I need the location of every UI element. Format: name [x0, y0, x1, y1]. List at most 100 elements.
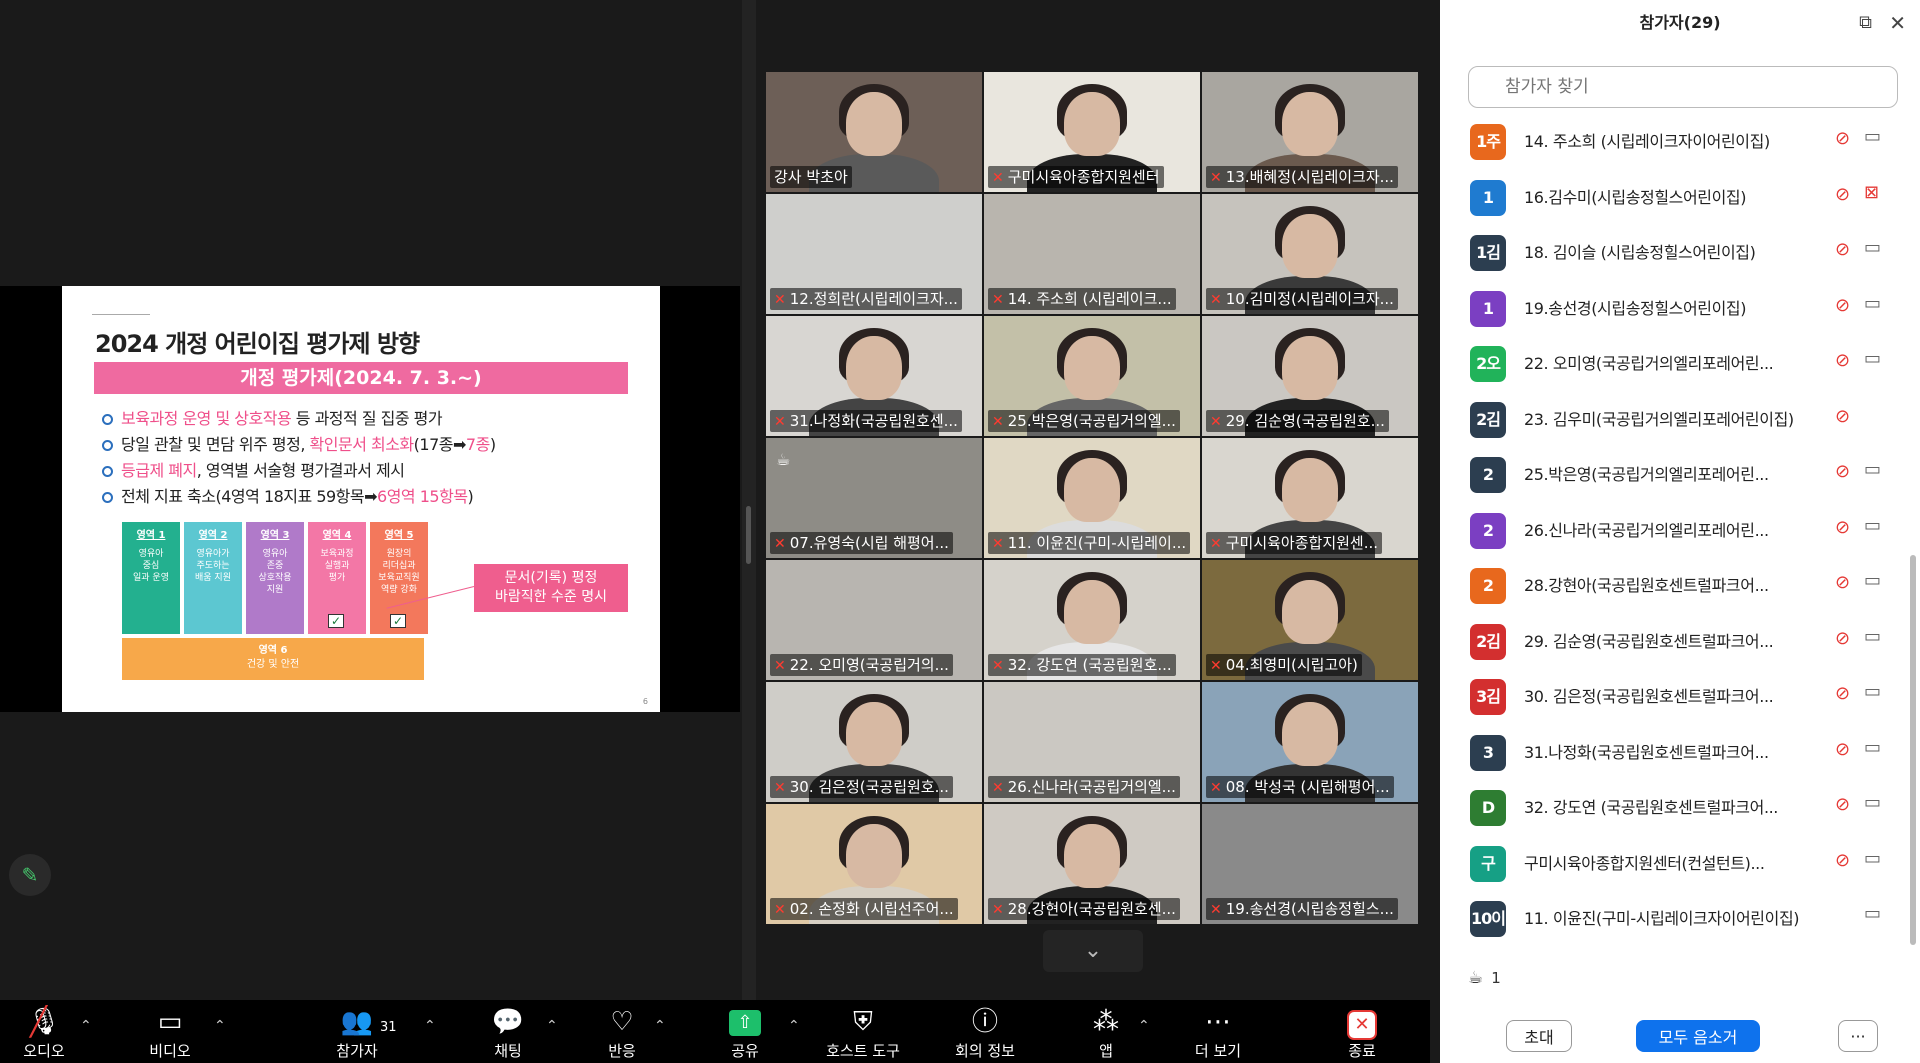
apps-options-caret[interactable]: ⌃ [1138, 1018, 1150, 1034]
annotate-pen-button[interactable]: ✎ [9, 854, 51, 896]
participant-video-tile[interactable]: ✕ 31.나정화(국공립원호센... [766, 316, 982, 436]
host-tools-button[interactable]: ⛨ 호스트 도구 [818, 1006, 908, 1061]
participant-video-tile[interactable]: ✕ 13.배혜정(시립레이크자... [1202, 72, 1418, 192]
participant-list-item[interactable]: 2 25.박은영(국공립거의엘리포레어린... ⊘ ▭ [1440, 445, 1910, 501]
mic-muted-icon[interactable]: ⊘ [1835, 406, 1850, 427]
area-head: 영역 5 [384, 530, 414, 541]
divider-grip[interactable] [746, 506, 751, 564]
participant-search-input[interactable] [1468, 66, 1898, 108]
participant-video-tile[interactable]: 강사 박초아 [766, 72, 982, 192]
share-options-caret[interactable]: ⌃ [788, 1018, 800, 1034]
participant-list-item[interactable]: 1김 18. 김이슬 (시립송정힐스어린이집) ⊘ ▭ [1440, 223, 1910, 279]
share-screen-button[interactable]: ⇧ 공유 [723, 1006, 767, 1061]
mic-muted-icon[interactable]: ⊘ [1835, 128, 1850, 149]
mic-muted-icon[interactable]: ⊘ [1835, 517, 1850, 538]
participant-list-item[interactable]: D 32. 강도연 (국공립원호센트럴파크어... ⊘ ▭ [1440, 778, 1910, 834]
apps-button[interactable]: ⁂ 앱 [1084, 1006, 1128, 1061]
gallery-next-page-button[interactable]: ⌄ [1043, 930, 1143, 972]
participant-list-item[interactable]: 2 28.강현아(국공립원호센트럴파크어... ⊘ ▭ [1440, 556, 1910, 612]
mic-muted-icon[interactable]: ⊘ [1835, 850, 1850, 871]
camera-icon[interactable]: ▭ [1864, 570, 1881, 591]
participant-list-item[interactable]: 2오 22. 오미영(국공립거의엘리포레어린... ⊘ ▭ [1440, 334, 1910, 390]
participants-options-caret[interactable]: ⌃ [424, 1018, 436, 1034]
reactions-button[interactable]: ♡ 반응 [600, 1006, 644, 1061]
participant-video-tile[interactable]: ✕ 22. 오미영(국공립거의... [766, 560, 982, 680]
audio-button[interactable]: 🎙 ╱ 오디오 [22, 1006, 66, 1061]
participant-list-item[interactable]: 3 31.나정화(국공립원호센트럴파크어... ⊘ ▭ [1440, 723, 1910, 779]
participant-video-tile[interactable]: ✕ 26.신나라(국공립거의엘... [984, 682, 1200, 802]
mute-all-button[interactable]: 모두 음소거 [1636, 1020, 1760, 1052]
participant-list-item[interactable]: 구 구미시육아종합지원센터(컨설턴트)... ⊘ ▭ [1440, 834, 1910, 890]
participant-video-tile[interactable]: ✕ 30. 김은정(국공립원호... [766, 682, 982, 802]
participant-video-tile[interactable]: ✕ 19.송선경(시립송정힐스... [1202, 804, 1418, 924]
camera-icon[interactable]: ▭ [1864, 737, 1881, 758]
participant-list-item[interactable]: 2김 23. 김우미(국공립거의엘리포레어린이집) ⊘ [1440, 390, 1910, 446]
video-options-caret[interactable]: ⌃ [214, 1018, 226, 1034]
mic-muted-icon[interactable]: ⊘ [1835, 184, 1850, 205]
camera-icon[interactable]: ▭ [1864, 515, 1881, 536]
camera-icon[interactable]: ▭ [1864, 792, 1881, 813]
participants-scrollbar[interactable] [1910, 555, 1916, 945]
participant-video-tile[interactable]: ✕ 29. 김순영(국공립원호... [1202, 316, 1418, 436]
participant-video-tile[interactable]: ✕ 08. 박성국 (시립해평어... [1202, 682, 1418, 802]
popout-icon[interactable]: ⧉ [1859, 0, 1872, 46]
mic-muted-icon[interactable]: ⊘ [1835, 461, 1850, 482]
mic-muted-icon[interactable]: ⊘ [1835, 239, 1850, 260]
participant-list-item[interactable]: 10이 11. 이윤진(구미-시립레이크자이어린이집) ▭ [1440, 889, 1910, 942]
camera-icon[interactable]: ▭ [1864, 681, 1881, 702]
slide-bullets: 보육과정 운영 및 상호작용 등 과정적 질 집중 평가 당일 관찰 및 면담 위… [102, 406, 642, 510]
camera-icon[interactable]: ▭ [1864, 126, 1881, 147]
camera-icon[interactable]: ▭ [1864, 903, 1881, 924]
reactions-options-caret[interactable]: ⌃ [654, 1018, 666, 1034]
participant-video-tile[interactable]: ✕ 구미시육아종합지원센터 [984, 72, 1200, 192]
participant-name-label: ✕ 08. 박성국 (시립해평어... [1206, 776, 1394, 798]
shield-icon: ⛨ [853, 1007, 873, 1037]
end-meeting-button[interactable]: ✕ 종료 [1340, 1006, 1384, 1061]
mic-muted-icon[interactable]: ⊘ [1835, 739, 1850, 760]
mic-muted-icon[interactable]: ⊘ [1835, 794, 1850, 815]
audio-options-caret[interactable]: ⌃ [80, 1018, 92, 1034]
chat-options-caret[interactable]: ⌃ [546, 1018, 558, 1034]
participant-video-tile[interactable]: ✕ 04.최영미(시립고아) [1202, 560, 1418, 680]
camera-icon[interactable]: ▭ [1864, 348, 1881, 369]
participants-count-badge: 31 [380, 1020, 397, 1035]
participant-video-tile[interactable]: ☕ ✕ 07.유영숙(시립 해평어... [766, 438, 982, 558]
camera-icon[interactable]: ▭ [1864, 459, 1881, 480]
meeting-info-button[interactable]: ⓘ 회의 정보 [944, 1006, 1026, 1061]
participant-list-item[interactable]: 2김 29. 김순영(국공립원호센트럴파크어... ⊘ ▭ [1440, 612, 1910, 668]
participant-list-item[interactable]: 3김 30. 김은정(국공립원호센트럴파크어... ⊘ ▭ [1440, 667, 1910, 723]
split-divider[interactable] [742, 0, 756, 1000]
participant-video-tile[interactable]: ✕ 14. 주소희 (시립레이크... [984, 194, 1200, 314]
invite-button[interactable]: 초대 [1506, 1020, 1572, 1052]
participant-list-item[interactable]: 1 16.김수미(시립송정힐스어린이집) ⊘ ⊠ [1440, 168, 1910, 224]
camera-icon[interactable]: ▭ [1864, 237, 1881, 258]
camera-off-icon[interactable]: ⊠ [1864, 182, 1879, 203]
chat-button[interactable]: 💬 채팅 [486, 1006, 530, 1061]
participant-name-label: ✕ 22. 오미영(국공립거의... [770, 654, 953, 676]
participants-button[interactable]: 👥 참가자 [332, 1006, 382, 1061]
mic-muted-icon[interactable]: ⊘ [1835, 572, 1850, 593]
mic-muted-icon: ✕ [774, 902, 786, 918]
participant-video-tile[interactable]: ✕ 10.김미정(시립레이크자... [1202, 194, 1418, 314]
panel-more-button[interactable]: ··· [1838, 1020, 1878, 1052]
mic-muted-icon[interactable]: ⊘ [1835, 683, 1850, 704]
participant-list-item[interactable]: 1 19.송선경(시립송정힐스어린이집) ⊘ ▭ [1440, 279, 1910, 335]
participant-video-tile[interactable]: ✕ 12.정희란(시립레이크자... [766, 194, 982, 314]
participant-video-tile[interactable]: ✕ 구미시육아종합지원센... [1202, 438, 1418, 558]
participant-video-tile[interactable]: ✕ 25.박은영(국공립거의엘... [984, 316, 1200, 436]
participant-video-tile[interactable]: ✕ 02. 손정화 (시립선주어... [766, 804, 982, 924]
participant-list-item[interactable]: 2 26.신나라(국공립거의엘리포레어린... ⊘ ▭ [1440, 501, 1910, 557]
participant-video-tile[interactable]: ✕ 28.강현아(국공립원호센... [984, 804, 1200, 924]
participant-video-tile[interactable]: ✕ 11. 이윤진(구미-시립레이... [984, 438, 1200, 558]
participant-video-tile[interactable]: ✕ 32. 강도연 (국공립원호... [984, 560, 1200, 680]
mic-muted-icon[interactable]: ⊘ [1835, 628, 1850, 649]
mic-muted-icon[interactable]: ⊘ [1835, 350, 1850, 371]
camera-icon[interactable]: ▭ [1864, 626, 1881, 647]
mic-muted-icon[interactable]: ⊘ [1835, 295, 1850, 316]
participant-list-item[interactable]: 1주 14. 주소희 (시립레이크자이어린이집) ⊘ ▭ [1440, 112, 1910, 168]
camera-icon[interactable]: ▭ [1864, 848, 1881, 869]
camera-icon[interactable]: ▭ [1864, 293, 1881, 314]
more-button[interactable]: ⋯ 더 보기 [1188, 1006, 1248, 1061]
close-icon[interactable]: ✕ [1889, 0, 1906, 46]
video-button[interactable]: ▭ 비디오 [148, 1006, 192, 1061]
